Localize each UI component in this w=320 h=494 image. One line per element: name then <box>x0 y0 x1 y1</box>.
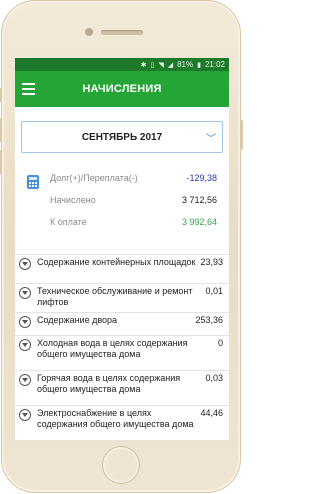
accrued-value: 3 712,56 <box>181 195 217 205</box>
list-item[interactable]: Электроснабжение в целях содержания обще… <box>15 405 229 440</box>
item-value: 0,01 <box>205 286 223 296</box>
power-button <box>240 120 243 150</box>
signal-icon: ◢ <box>167 61 174 69</box>
hamburger-menu-icon[interactable] <box>15 71 41 107</box>
summary-block: Долг(+)/Переплата(-) -129,38 Начислено 3… <box>15 166 229 248</box>
wifi-icon: ◥ <box>158 61 164 69</box>
volume-up-button <box>0 118 2 142</box>
item-name: Электроснабжение в целях содержания обще… <box>37 408 194 429</box>
bluetooth-icon: ✱ <box>140 61 147 69</box>
list-item[interactable]: Содержание двора 253,36 <box>15 312 229 335</box>
period-value: СЕНТЯБРЬ 2017 <box>81 131 163 143</box>
calculator-icon <box>27 175 39 189</box>
debt-row: Долг(+)/Переплата(-) -129,38 <box>50 170 217 186</box>
mute-switch <box>0 88 2 102</box>
expand-icon <box>19 409 31 421</box>
battery-icon: ▮ <box>197 61 201 69</box>
expand-icon <box>19 287 31 299</box>
item-value: 0,03 <box>205 373 223 383</box>
list-item[interactable]: Содержание контейнерных площадок 23,93 <box>15 254 229 283</box>
volume-down-button <box>0 150 2 174</box>
app-bar: НАЧИСЛЕНИЯ <box>15 71 229 107</box>
page-title: НАЧИСЛЕНИЯ <box>82 83 162 95</box>
item-name: Содержание двора <box>37 315 118 325</box>
accrued-row: Начислено 3 712,56 <box>50 192 217 208</box>
debt-label: Долг(+)/Переплата(-) <box>50 173 138 183</box>
item-value: 253,36 <box>195 315 223 325</box>
item-name: Техническое обслуживание и ремонт лифтов <box>37 286 193 307</box>
app-screen: ✱ ▯ ◥ ◢ 81% ▮ 21:02 НАЧИСЛЕНИЯ СЕНТЯБРЬ … <box>15 58 229 440</box>
list-item[interactable]: Техническое обслуживание и ремонт лифтов… <box>15 283 229 312</box>
item-value: 23,93 <box>200 257 223 267</box>
vibrate-icon: ▯ <box>150 61 155 69</box>
topay-label: К оплате <box>50 217 87 227</box>
item-name: Содержание контейнерных площадок <box>37 257 196 267</box>
battery-percent: 81% <box>177 60 194 69</box>
item-name: Горячая вода в целях содержания общего и… <box>37 373 181 394</box>
list-item[interactable]: Холодная вода в целях содержания общего … <box>15 335 229 370</box>
period-select[interactable]: СЕНТЯБРЬ 2017 ﹀ <box>21 121 223 153</box>
list-item[interactable]: Горячая вода в целях содержания общего и… <box>15 370 229 405</box>
topay-row: К оплате 3 992,64 <box>50 214 217 230</box>
status-time: 21:02 <box>204 60 225 69</box>
item-name: Холодная вода в целях содержания общего … <box>37 338 188 359</box>
charges-list: Содержание контейнерных площадок 23,93 Т… <box>15 254 229 440</box>
topay-value: 3 992,64 <box>181 217 217 227</box>
chevron-down-icon: ﹀ <box>206 134 216 145</box>
expand-icon <box>19 339 31 351</box>
expand-icon <box>19 316 31 328</box>
item-value: 0 <box>217 338 223 348</box>
earpiece-speaker <box>101 30 143 35</box>
accrued-label: Начислено <box>50 195 96 205</box>
debt-value: -129,38 <box>186 173 217 183</box>
phone-frame: ✱ ▯ ◥ ◢ 81% ▮ 21:02 НАЧИСЛЕНИЯ СЕНТЯБРЬ … <box>0 0 243 493</box>
expand-icon <box>19 258 31 270</box>
status-bar: ✱ ▯ ◥ ◢ 81% ▮ 21:02 <box>15 58 229 71</box>
front-camera <box>85 28 93 36</box>
item-value: 44,46 <box>200 408 223 418</box>
expand-icon <box>19 374 31 386</box>
home-button[interactable] <box>102 446 140 484</box>
